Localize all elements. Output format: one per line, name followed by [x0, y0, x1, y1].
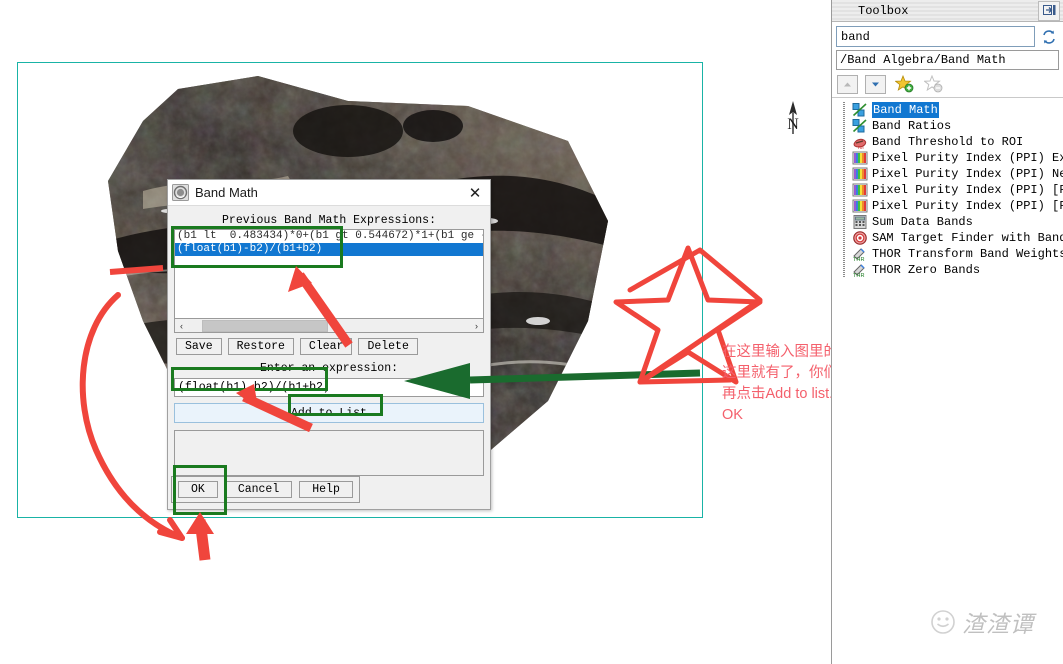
- spectrum-icon: [852, 199, 868, 213]
- tree-item-band-ratios[interactable]: Band Ratios: [832, 118, 1063, 134]
- tree-item-label: Sum Data Bands: [872, 215, 973, 229]
- tree-item-band-threshold-to-roi[interactable]: roi Band Threshold to ROI: [832, 134, 1063, 151]
- tree-connector: [838, 166, 852, 182]
- scroll-left-icon[interactable]: ‹: [175, 321, 188, 331]
- toolbox-path: /Band Algebra/Band Math: [836, 50, 1059, 70]
- thor-icon: THR: [852, 263, 868, 278]
- tree-connector: [838, 182, 852, 198]
- toolbox-title: Toolbox: [858, 3, 909, 18]
- tree-connector: [838, 150, 852, 166]
- tree-connector: [838, 214, 852, 230]
- refresh-icon[interactable]: [1039, 27, 1059, 47]
- dialog-title: Band Math: [195, 185, 258, 200]
- restore-button[interactable]: Restore: [227, 338, 294, 355]
- scroll-right-icon[interactable]: ›: [470, 321, 483, 331]
- tree-connector: [838, 118, 852, 134]
- calculator-icon: [852, 215, 868, 229]
- help-button[interactable]: Help: [299, 481, 353, 498]
- tree-item-label: Pixel Purity Index (PPI) New Ou: [872, 167, 1063, 181]
- highlight-box-expression-list: [171, 226, 343, 268]
- svg-text:roi: roi: [858, 145, 864, 149]
- toolbox-header: Toolbox: [832, 0, 1063, 22]
- spectrum-icon: [852, 167, 868, 181]
- toolbox-panel[interactable]: Toolbox /Band Algebra/Band Math: [831, 0, 1063, 664]
- app-logo-icon: [172, 184, 189, 201]
- tree-item-pixel-purity-index-ppi-existi[interactable]: Pixel Purity Index (PPI) Existi: [832, 150, 1063, 166]
- tree-item-pixel-purity-index-ppi-fast[interactable]: Pixel Purity Index (PPI) [FAST]: [832, 198, 1063, 214]
- move-up-button[interactable]: [837, 74, 858, 94]
- tree-item-label: THOR Zero Bands: [872, 263, 981, 277]
- tree-item-thor-zero-bands[interactable]: THR THOR Zero Bands: [832, 262, 1063, 278]
- scroll-thumb[interactable]: [202, 319, 328, 332]
- tree-connector: [838, 198, 852, 214]
- tree-item-label: Band Threshold to ROI: [872, 135, 1024, 149]
- list-horizontal-scrollbar[interactable]: ‹ ›: [174, 319, 484, 333]
- spectrum-icon: [852, 183, 868, 197]
- smiley-icon: [931, 610, 955, 634]
- add-favorite-button[interactable]: [893, 74, 915, 94]
- move-down-button[interactable]: [865, 74, 886, 94]
- watermark-text: 渣渣谭: [962, 612, 1034, 637]
- highlight-box-expression-input: [171, 367, 328, 391]
- tree-item-label: THOR Transform Band Weights: [872, 247, 1063, 261]
- toolbox-tree[interactable]: Band Math Band Ratios roi Band Threshold to…: [832, 98, 1063, 278]
- north-arrow-icon: N: [787, 101, 799, 134]
- tree-item-label: SAM Target Finder with BandMax: [872, 231, 1063, 245]
- tree-connector: [838, 102, 852, 118]
- cancel-button[interactable]: Cancel: [224, 481, 293, 498]
- remove-favorite-button[interactable]: [922, 74, 944, 94]
- roi-icon: roi: [852, 135, 868, 151]
- tree-item-pixel-purity-index-ppi-fast[interactable]: Pixel Purity Index (PPI) [FAST]: [832, 182, 1063, 198]
- tree-item-thor-transform-band-weights[interactable]: THR THOR Transform Band Weights: [832, 246, 1063, 263]
- clear-button[interactable]: Clear: [299, 338, 353, 355]
- tree-item-pixel-purity-index-ppi-new-ou[interactable]: Pixel Purity Index (PPI) New Ou: [832, 166, 1063, 182]
- spectrum-icon: [852, 151, 868, 165]
- search-input[interactable]: [836, 26, 1035, 47]
- watermark: 渣渣谭: [930, 602, 1050, 642]
- tree-item-label: Band Math: [872, 102, 939, 118]
- highlight-box-ok: [173, 465, 227, 515]
- tree-connector: [838, 262, 852, 278]
- tree-connector: [838, 230, 852, 246]
- svg-text:THR: THR: [853, 257, 865, 261]
- tree-item-band-math[interactable]: Band Math: [832, 102, 1063, 118]
- tree-item-label: Pixel Purity Index (PPI) [FAST]: [872, 183, 1063, 197]
- scroll-track[interactable]: [188, 319, 470, 332]
- tree-item-sum-data-bands[interactable]: Sum Data Bands: [832, 214, 1063, 230]
- band-math-icon: [852, 119, 868, 133]
- tree-connector: [838, 246, 852, 262]
- highlight-box-add-to-list: [288, 394, 383, 416]
- dialog-title-bar[interactable]: Band Math ✕: [168, 180, 490, 206]
- svg-text:THR: THR: [853, 273, 865, 277]
- band-math-icon: [852, 103, 868, 117]
- tree-item-label: Band Ratios: [872, 119, 952, 133]
- toolbox-toolbar: [832, 70, 1063, 98]
- tree-item-sam-target-finder-with-bandmax[interactable]: SAM Target Finder with BandMax: [832, 230, 1063, 246]
- expression-actions: Save Restore Clear Delete: [176, 338, 484, 355]
- toolbox-search-row: [832, 22, 1063, 49]
- close-icon[interactable]: ✕: [464, 182, 486, 204]
- tree-item-label: Pixel Purity Index (PPI) [FAST]: [872, 199, 1063, 213]
- target-icon: [852, 231, 868, 245]
- dock-pin-icon[interactable]: [1038, 0, 1060, 21]
- tree-item-label: Pixel Purity Index (PPI) Existi: [872, 151, 1063, 165]
- tree-connector: [838, 134, 852, 150]
- save-button[interactable]: Save: [176, 338, 222, 355]
- delete-button[interactable]: Delete: [358, 338, 418, 355]
- svg-text:N: N: [787, 116, 799, 133]
- thor-icon: THR: [852, 247, 868, 263]
